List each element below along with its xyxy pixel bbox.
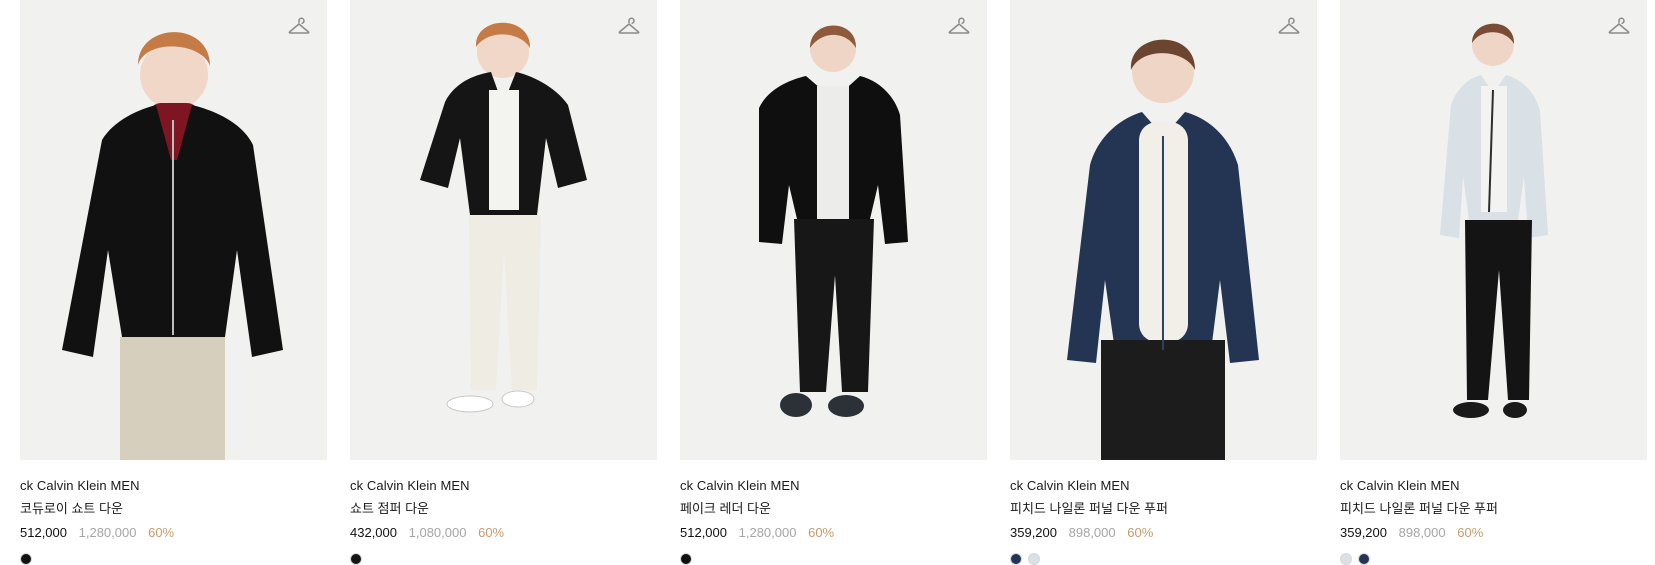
- color-swatch[interactable]: [350, 553, 362, 565]
- price-row: 359,200 898,000 60%: [1340, 525, 1647, 541]
- sale-price: 432,000: [350, 525, 397, 540]
- hanger-icon[interactable]: [945, 14, 973, 40]
- product-card[interactable]: ck Calvin Klein MEN 페이크 레더 다운 512,000 1,…: [680, 0, 987, 565]
- color-swatch[interactable]: [1028, 553, 1040, 565]
- model-photo: [1440, 23, 1548, 418]
- pants-shape: [1101, 340, 1225, 460]
- hanger-icon[interactable]: [615, 14, 643, 40]
- discount-rate: 60%: [1127, 525, 1154, 540]
- hanger-icon[interactable]: [1275, 14, 1303, 40]
- product-card[interactable]: ck Calvin Klein MEN 코듀로이 쇼트 다운 512,000 1…: [20, 0, 327, 565]
- inner-top: [489, 90, 519, 210]
- model-photo: [62, 32, 283, 460]
- sale-price: 359,200: [1340, 525, 1387, 540]
- sale-price: 359,200: [1010, 525, 1057, 540]
- product-image[interactable]: [1010, 0, 1317, 460]
- brand-name: ck Calvin Klein MEN: [1010, 478, 1130, 493]
- color-swatches: [20, 553, 327, 565]
- color-swatches: [1010, 553, 1317, 565]
- hanger-icon[interactable]: [285, 14, 313, 40]
- discount-rate: 60%: [478, 525, 505, 540]
- product-card[interactable]: ck Calvin Klein MEN 피치드 나일론 퍼널 다운 푸퍼 359…: [1340, 0, 1647, 565]
- price-row: 432,000 1,080,000 60%: [350, 525, 657, 541]
- color-swatch[interactable]: [1340, 553, 1352, 565]
- model-photo: [1067, 39, 1259, 460]
- product-name[interactable]: 쇼트 점퍼 다운: [350, 501, 657, 517]
- sale-price: 512,000: [680, 525, 727, 540]
- original-price: 1,280,000: [738, 525, 797, 540]
- pants-shape: [120, 337, 225, 460]
- product-card[interactable]: ck Calvin Klein MEN 쇼트 점퍼 다운 432,000 1,0…: [350, 0, 657, 565]
- product-image[interactable]: [20, 0, 327, 460]
- color-swatches: [1340, 553, 1647, 565]
- brand-name: ck Calvin Klein MEN: [680, 478, 800, 493]
- product-image[interactable]: [1340, 0, 1647, 460]
- brand-name: ck Calvin Klein MEN: [1340, 478, 1460, 493]
- product-image[interactable]: [350, 0, 657, 460]
- product-grid: ck Calvin Klein MEN 코듀로이 쇼트 다운 512,000 1…: [20, 0, 1655, 565]
- price-row: 512,000 1,280,000 60%: [680, 525, 987, 541]
- product-name[interactable]: 코듀로이 쇼트 다운: [20, 501, 327, 517]
- original-price: 898,000: [1068, 525, 1116, 540]
- pants-shape: [794, 219, 874, 392]
- model-photo: [759, 25, 908, 417]
- original-price: 1,280,000: [78, 525, 137, 540]
- brand-name: ck Calvin Klein MEN: [350, 478, 470, 493]
- product-name[interactable]: 페이크 레더 다운: [680, 501, 987, 517]
- pants-shape: [469, 215, 541, 390]
- discount-rate: 60%: [808, 525, 835, 540]
- product-card[interactable]: ck Calvin Klein MEN 피치드 나일론 퍼널 다운 푸퍼 359…: [1010, 0, 1317, 565]
- product-name[interactable]: 피치드 나일론 퍼널 다운 푸퍼: [1340, 501, 1647, 517]
- pants-shape: [1465, 220, 1532, 400]
- inner-top: [1481, 86, 1507, 212]
- price-row: 359,200 898,000 60%: [1010, 525, 1317, 541]
- color-swatch[interactable]: [20, 553, 32, 565]
- model-photo: [420, 22, 587, 413]
- color-swatches: [680, 553, 987, 565]
- hanger-icon[interactable]: [1605, 14, 1633, 40]
- product-name[interactable]: 피치드 나일론 퍼널 다운 푸퍼: [1010, 501, 1317, 517]
- color-swatches: [350, 553, 657, 565]
- brand-name: ck Calvin Klein MEN: [20, 478, 140, 493]
- discount-rate: 60%: [148, 525, 175, 540]
- color-swatch[interactable]: [1010, 553, 1022, 565]
- original-price: 898,000: [1398, 525, 1446, 540]
- sale-price: 512,000: [20, 525, 67, 540]
- original-price: 1,080,000: [408, 525, 467, 540]
- color-swatch[interactable]: [1358, 553, 1370, 565]
- product-image[interactable]: [680, 0, 987, 460]
- color-swatch[interactable]: [680, 553, 692, 565]
- inner-top: [817, 86, 849, 219]
- discount-rate: 60%: [1457, 525, 1484, 540]
- price-row: 512,000 1,280,000 60%: [20, 525, 327, 541]
